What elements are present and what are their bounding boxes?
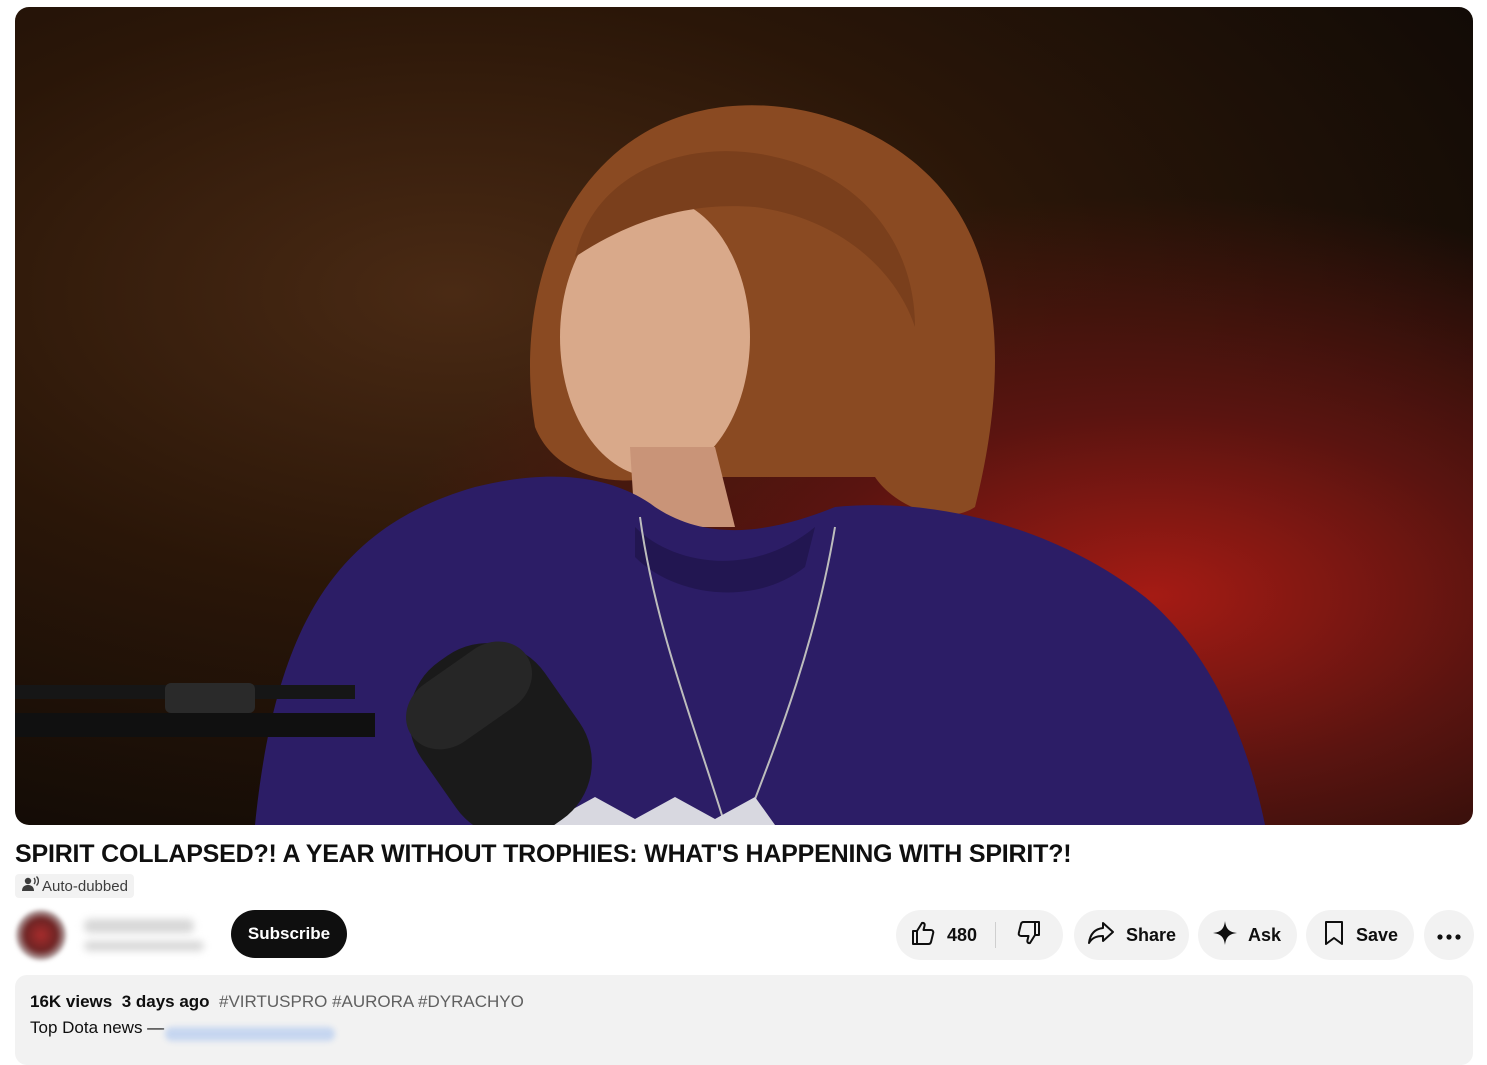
like-count: 480 [947, 924, 978, 945]
description-box[interactable]: 16K views 3 days ago #VIRTUSPRO #AURORA … [15, 975, 1473, 1065]
like-button[interactable]: 480 [896, 910, 977, 960]
video-frame [15, 105, 1265, 825]
sparkle-icon [1212, 920, 1238, 951]
more-horizontal-icon [1437, 925, 1461, 946]
video-title: SPIRIT COLLAPSED?! A YEAR WITHOUT TROPHI… [15, 840, 1072, 868]
description-text: Top Dota news — [30, 1018, 165, 1037]
share-arrow-icon [1086, 919, 1116, 952]
video-player[interactable] [15, 7, 1473, 825]
thumbs-up-icon [909, 919, 937, 952]
save-label: Save [1356, 924, 1399, 945]
view-count: 16K views [30, 992, 113, 1011]
dislike-button[interactable] [996, 910, 1062, 960]
channel-name[interactable] [84, 919, 194, 933]
subscriber-count [84, 941, 204, 951]
auto-dubbed-badge: Auto-dubbed [15, 874, 134, 898]
thumbs-down-icon [1015, 919, 1043, 952]
like-dislike-group: 480 [896, 910, 1063, 960]
hashtags[interactable]: #VIRTUSPRO #AURORA #DYRACHYO [219, 992, 524, 1011]
auto-dubbed-label: Auto-dubbed [42, 877, 128, 895]
description-meta: 16K views 3 days ago #VIRTUSPRO #AURORA … [30, 992, 524, 1012]
save-button[interactable]: Save [1306, 910, 1414, 960]
more-actions-button[interactable] [1424, 910, 1474, 960]
subscribe-button[interactable]: Subscribe [231, 910, 347, 958]
share-button[interactable]: Share [1074, 910, 1189, 960]
share-label: Share [1126, 924, 1177, 945]
ask-button[interactable]: Ask [1198, 910, 1297, 960]
voice-person-icon [21, 875, 40, 897]
avatar[interactable] [16, 910, 66, 960]
upload-date: 3 days ago [121, 992, 210, 1011]
ask-label: Ask [1248, 924, 1282, 945]
description-link[interactable] [165, 1027, 335, 1041]
bookmark-icon [1322, 919, 1346, 952]
channel-info[interactable] [14, 905, 214, 963]
